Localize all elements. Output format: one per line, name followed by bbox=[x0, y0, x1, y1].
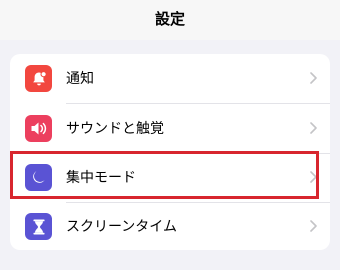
settings-item-label: スクリーンタイム bbox=[66, 219, 178, 235]
settings-item-label: サウンドと触覚 bbox=[66, 121, 164, 137]
page-title: 設定 bbox=[154, 10, 185, 28]
settings-item-label: 集中モード bbox=[66, 170, 136, 186]
settings-item-focus[interactable]: 集中モード bbox=[10, 153, 330, 202]
speaker-wave-icon bbox=[25, 115, 52, 142]
settings-item-sounds-haptics[interactable]: サウンドと触覚 bbox=[10, 104, 330, 153]
chevron-right-icon bbox=[310, 72, 317, 84]
settings-item-notifications[interactable]: 通知 bbox=[10, 54, 330, 103]
chevron-right-icon bbox=[310, 171, 317, 183]
chevron-right-icon bbox=[310, 122, 317, 134]
settings-item-label: 通知 bbox=[66, 71, 94, 87]
settings-group: 通知 サウンドと触覚 集中モード スクリーンタイム bbox=[10, 54, 330, 250]
hourglass-icon bbox=[25, 213, 52, 240]
navigation-bar: 設定 bbox=[0, 0, 340, 40]
bell-badge-icon bbox=[25, 65, 52, 92]
chevron-right-icon bbox=[310, 220, 317, 232]
settings-item-screen-time[interactable]: スクリーンタイム bbox=[10, 202, 330, 250]
moon-icon bbox=[25, 164, 52, 191]
